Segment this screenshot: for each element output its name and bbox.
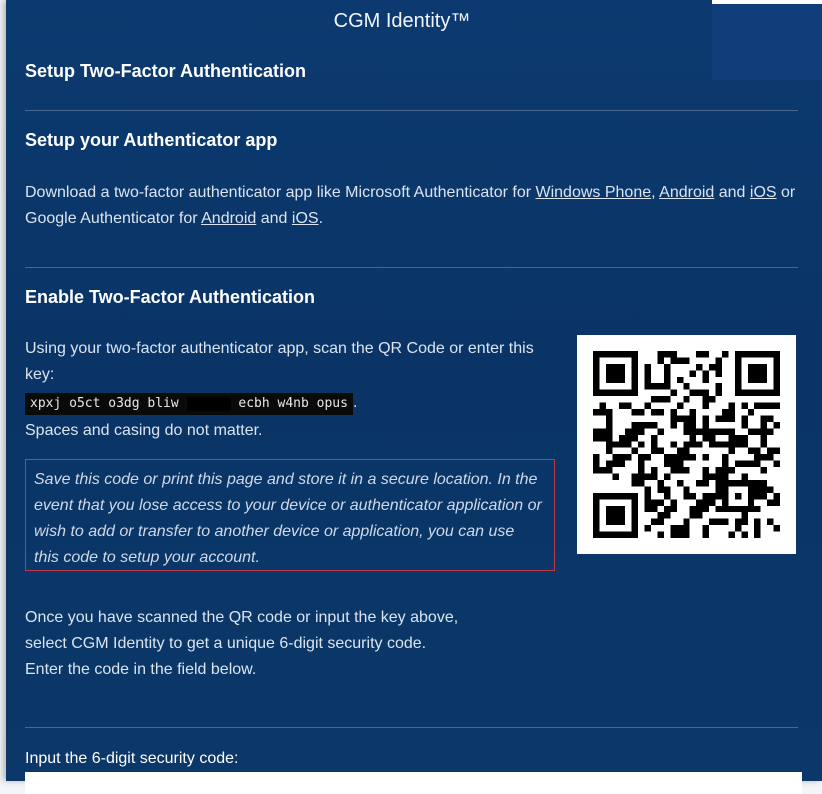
secret-key-part-1: xpxj o5ct o3dg bliw [30, 396, 179, 411]
download-instructions: Download a two-factor authenticator app … [25, 180, 800, 232]
period: . [318, 210, 324, 227]
redacted-block [186, 396, 231, 411]
section-heading-enable-2fa: Enable Two-Factor Authentication [25, 287, 316, 307]
main-panel: CGM Identity™ Setup Two-Factor Authentic… [6, 0, 822, 794]
app-title: CGM Identity™ [333, 10, 471, 32]
qr-code [577, 335, 796, 554]
secret-key: xpxj o5ct o3dg bliw ecbh w4nb opus [25, 393, 353, 415]
key-period: . [352, 394, 358, 411]
divider [25, 110, 798, 111]
secret-key-part-2: ecbh w4nb opus [238, 396, 348, 411]
key-instructions: Using your two-factor authenticator app,… [25, 336, 555, 444]
page-title: Setup Two-Factor Authentication [25, 61, 306, 81]
link-android-google[interactable]: Android [201, 210, 256, 227]
link-android-microsoft[interactable]: Android [659, 184, 714, 201]
section-heading-authenticator-app: Setup your Authenticator app [25, 130, 278, 150]
link-ios-google[interactable]: iOS [292, 210, 319, 227]
qr-code-image [593, 351, 780, 538]
next-steps-line-3: Enter the code in the field below. [25, 661, 257, 678]
divider [25, 727, 798, 728]
casing-note: Spaces and casing do not matter. [25, 422, 263, 439]
next-steps-line-1: Once you have scanned the QR code or inp… [25, 609, 459, 626]
backup-warning: Save this code or print this page and st… [25, 459, 555, 571]
security-code-input[interactable] [25, 772, 802, 794]
download-text-2: and [718, 184, 746, 201]
next-steps-line-2: select CGM Identity to get a unique 6-di… [25, 635, 427, 652]
next-steps: Once you have scanned the QR code or inp… [25, 605, 625, 683]
download-text-1: Download a two-factor authenticator app … [25, 184, 532, 201]
secret-key-row: xpxj o5ct o3dg bliw ecbh w4nb opus. [25, 390, 555, 416]
security-code-label: Input the 6-digit security code: [25, 750, 239, 767]
comma: , [651, 184, 656, 201]
scan-instruction: Using your two-factor authenticator app,… [25, 340, 534, 383]
link-ios-microsoft[interactable]: iOS [750, 184, 777, 201]
link-windows-phone[interactable]: Windows Phone [536, 184, 652, 201]
corner-panel [712, 0, 822, 80]
download-text-4: and [260, 210, 288, 227]
divider [25, 267, 798, 268]
